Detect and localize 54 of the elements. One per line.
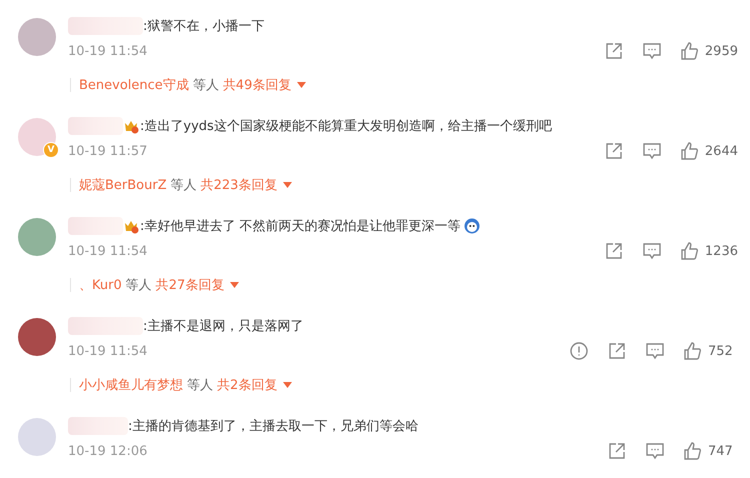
others-label: 等人 (187, 377, 213, 394)
comment-time: 10-19 12:06 (68, 444, 148, 458)
reply-icon[interactable] (645, 341, 665, 361)
reply-icon[interactable] (642, 241, 662, 261)
reply-icon[interactable] (642, 141, 662, 161)
others-label: 等人 (192, 77, 219, 94)
share-icon[interactable] (607, 441, 627, 461)
report-icon[interactable] (569, 341, 589, 361)
comment-time: 10-19 11:57 (68, 144, 148, 158)
comment-time: 10-19 11:54 (68, 244, 148, 258)
share-icon[interactable] (604, 41, 624, 61)
avatar[interactable] (18, 218, 56, 256)
thumbs-up-icon[interactable] (683, 341, 703, 361)
blurred-username (68, 217, 123, 235)
reply-author-link[interactable]: 、Kur0 (79, 276, 122, 294)
view-replies-link[interactable]: 共49条回复 (222, 76, 306, 94)
like-count: 747 (708, 444, 734, 458)
like-count: 2644 (704, 144, 738, 158)
comment-time: 10-19 11:54 (68, 344, 148, 358)
reply-icon[interactable] (642, 41, 662, 61)
like-count: 752 (708, 344, 734, 358)
comment-text: :狱警不在，小播一下 (143, 18, 264, 35)
caret-icon (297, 82, 306, 88)
comment-text: :造出了yyds这个国家级梗能不能算重大发明创造啊，给主播一个缓刑吧 (140, 118, 552, 135)
blurred-username (68, 417, 128, 435)
caret-icon (283, 182, 292, 188)
reply-author-link[interactable]: 妮蔻BerBourZ (79, 176, 167, 194)
reply-author-link[interactable]: Benevolence守成 (79, 76, 189, 94)
view-replies-link[interactable]: 共27条回复 (156, 276, 240, 294)
avatar[interactable]: V (18, 118, 56, 156)
view-replies-link[interactable]: 共2条回复 (217, 376, 292, 394)
thumbs-up-icon[interactable] (680, 241, 700, 261)
like-count: 2959 (704, 44, 738, 58)
view-replies-link[interactable]: 共223条回复 (200, 176, 292, 194)
comment-time: 10-19 11:54 (68, 44, 148, 58)
comment-text: :幸好他早进去了 不然前两天的赛况怕是让他罪更深一等 (140, 218, 461, 235)
caret-icon (230, 282, 240, 288)
verified-badge: V (43, 142, 59, 158)
share-icon[interactable] (604, 141, 624, 161)
thumbs-up-icon[interactable] (683, 441, 703, 461)
share-icon[interactable] (607, 341, 627, 361)
reply-author-link[interactable]: 小小咸鱼儿有梦想 (79, 376, 183, 394)
share-icon[interactable] (604, 241, 624, 261)
comment-text: :主播不是退网，只是落网了 (143, 318, 304, 335)
reply-icon[interactable] (645, 441, 665, 461)
thumbs-up-icon[interactable] (680, 141, 700, 161)
comment-text: :主播的肯德基到了，主播去取一下，兄弟们等会哈 (128, 418, 418, 435)
thumbs-up-icon[interactable] (680, 41, 700, 61)
caret-icon (283, 382, 292, 388)
like-count: 1236 (704, 244, 738, 258)
blurred-username (68, 117, 123, 135)
others-label: 等人 (126, 277, 152, 294)
others-label: 等人 (170, 177, 197, 194)
avatar[interactable] (18, 318, 56, 356)
